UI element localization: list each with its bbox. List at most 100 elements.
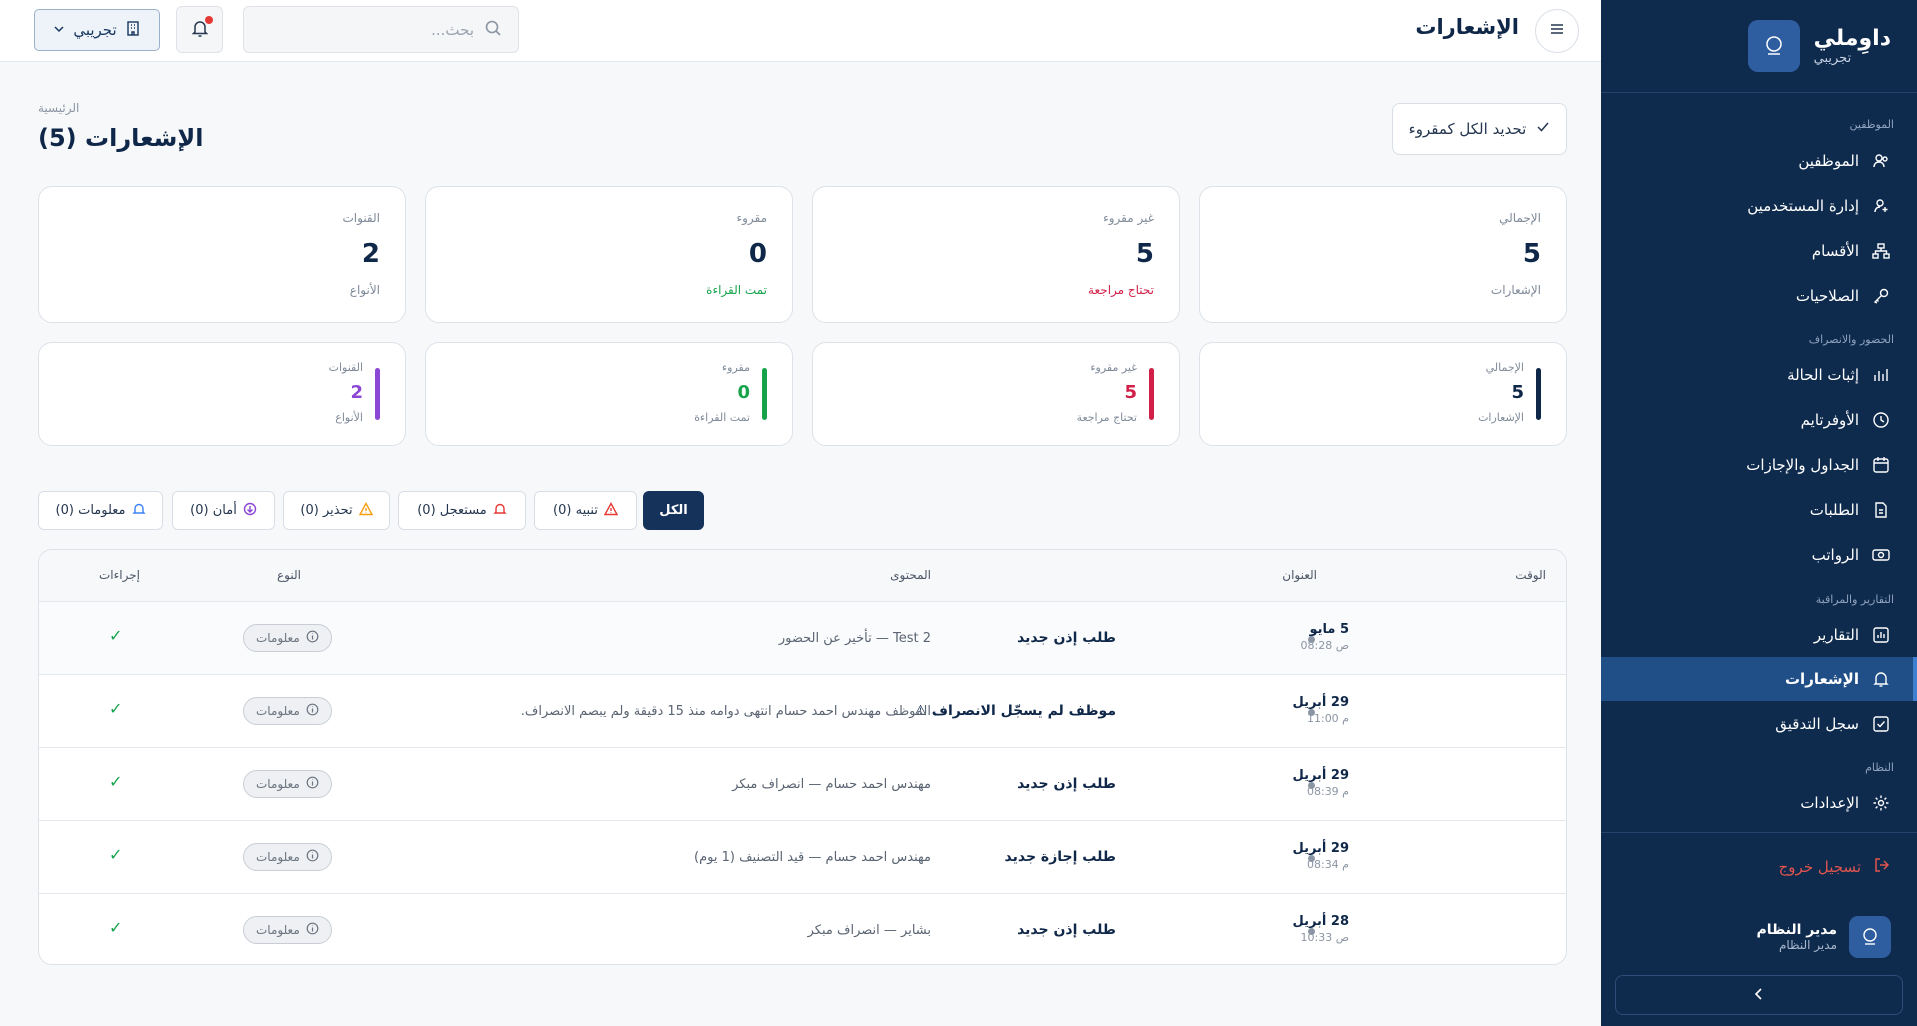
notification-title: طلب إذن جديد <box>1017 776 1116 792</box>
mark-read-check-icon[interactable]: ✓ <box>109 918 122 937</box>
filter-tab-security[interactable]: أمان (0) <box>172 491 275 530</box>
filter-label: تنبيه (0) <box>553 503 598 518</box>
mark-read-check-icon[interactable]: ✓ <box>109 772 122 791</box>
stat-label: القنوات <box>328 361 363 374</box>
stat-label: غير مقروء <box>1103 211 1154 225</box>
sidebar-item-salaries[interactable]: الرواتب <box>1601 533 1917 577</box>
key-icon <box>1871 286 1891 306</box>
sidebar-item-requests[interactable]: الطلبات <box>1601 488 1917 532</box>
bell-icon <box>1871 669 1891 689</box>
sidebar-item-label: الجداول والإجازات <box>1746 456 1859 474</box>
stat-label: الإجمالي <box>1499 211 1541 225</box>
sidebar-item-overtime[interactable]: الأوفرتايم <box>1601 398 1917 442</box>
mini-stat-read: مقروء 0 تمت القراءة <box>425 342 793 446</box>
sidebar-item-label: الإعدادات <box>1800 794 1859 812</box>
menu-button[interactable] <box>1535 9 1579 53</box>
type-label: معلومات <box>256 923 300 937</box>
type-badge: معلومات <box>243 916 332 944</box>
building-icon <box>125 20 141 40</box>
table-row[interactable]: 28 أبريل ص 10:33 طلب إذن جديد بشاير — ان… <box>39 894 1566 964</box>
chevron-left-icon <box>1752 986 1766 1005</box>
stat-label: الإجمالي <box>1485 361 1524 374</box>
collapse-sidebar-button[interactable] <box>1615 975 1903 1015</box>
bell-icon <box>131 502 146 520</box>
breadcrumb[interactable]: الرئيسية <box>38 101 838 115</box>
table-row[interactable]: 5 مايو ص 08:28 طلب إذن جديد Test 2 — تأخ… <box>39 602 1566 675</box>
sidebar-item-settings[interactable]: الإعدادات <box>1601 781 1917 825</box>
stat-label: مقروء <box>736 211 767 225</box>
notification-time: م 08:34 <box>1306 858 1349 871</box>
column-header-content: المحتوى <box>890 568 931 582</box>
page-title: الإشعارات (5) <box>38 124 204 152</box>
document-icon <box>1871 500 1891 520</box>
notifications-button[interactable] <box>176 6 223 53</box>
filter-label: أمان (0) <box>190 503 237 518</box>
sidebar-item-status-proof[interactable]: إثبات الحالة <box>1601 353 1917 397</box>
sidebar-section-employees: الموظفين <box>1849 118 1894 131</box>
users-icon <box>1871 151 1891 171</box>
sidebar-item-departments[interactable]: الأقسام <box>1601 229 1917 273</box>
mark-read-check-icon[interactable]: ✓ <box>109 845 122 864</box>
calendar-icon <box>1871 455 1891 475</box>
type-label: معلومات <box>256 631 300 645</box>
accent-bar <box>375 368 380 420</box>
notification-title: طلب إذن جديد <box>1017 630 1116 646</box>
table-row[interactable]: 29 أبريل م 08:39 طلب إذن جديد مهندس احمد… <box>39 748 1566 821</box>
stat-subtext: تمت القراءة <box>694 411 750 424</box>
mark-read-check-icon[interactable]: ✓ <box>109 626 122 645</box>
avatar <box>1849 916 1891 958</box>
mark-all-read-button[interactable]: تحديد الكل كمقروء <box>1392 103 1567 155</box>
info-icon <box>306 776 319 792</box>
user-profile[interactable]: مدير النظام مدير النظام <box>1756 916 1891 958</box>
filter-tab-all[interactable]: الكل <box>643 491 704 530</box>
stat-subtext: تحتاج مراجعة <box>1088 283 1154 297</box>
notification-title: طلب إذن جديد <box>1017 922 1116 938</box>
search-input[interactable]: بحث... <box>243 6 519 53</box>
stat-label: القنوات <box>342 211 380 225</box>
notification-content: مهندس احمد حسام — انصراف مبكر <box>732 777 931 792</box>
time-cell: 5 مايو ص 08:28 <box>1301 622 1350 652</box>
filter-label: الكل <box>659 503 688 518</box>
filter-tab-info[interactable]: معلومات (0) <box>38 491 163 530</box>
alert-icon <box>603 501 619 520</box>
sidebar-item-user-management[interactable]: إدارة المستخدمين <box>1601 184 1917 228</box>
table-row[interactable]: 29 أبريل م 08:34 طلب إجازة جديد مهندس اح… <box>39 821 1566 894</box>
notification-dot <box>205 16 213 24</box>
sidebar-item-employees[interactable]: الموظفين <box>1601 139 1917 183</box>
user-role: مدير النظام <box>1778 938 1837 952</box>
org-selector[interactable]: تجريبي <box>34 9 160 51</box>
notification-date: 5 مايو <box>1309 622 1349 637</box>
sidebar-item-audit-log[interactable]: سجل التدقيق <box>1601 702 1917 746</box>
stat-value: 0 <box>748 239 767 269</box>
logout-label: تسجيل خروج <box>1778 858 1861 876</box>
time-cell: 29 أبريل م 08:39 <box>1292 768 1349 798</box>
mark-read-check-icon[interactable]: ✓ <box>109 699 122 718</box>
time-cell: 29 أبريل م 11:00 <box>1292 695 1349 725</box>
stat-card-read: مقروء 0 تمت القراءة <box>425 186 793 323</box>
sidebar-item-notifications[interactable]: الإشعارات <box>1601 657 1917 701</box>
logout-button[interactable]: تسجيل خروج <box>1779 856 1891 878</box>
user-name: مدير النظام <box>1756 922 1837 938</box>
filter-tab-alert[interactable]: تنبيه (0) <box>534 491 637 530</box>
type-badge: معلومات <box>243 843 332 871</box>
topbar: الإشعارات بحث... تجريبي <box>0 0 1601 62</box>
sidebar-item-schedules[interactable]: الجداول والإجازات <box>1601 443 1917 487</box>
notification-content: مهندس احمد حسام — قيد التصنيف (1 يوم) <box>694 850 931 865</box>
filter-label: مستعجل (0) <box>417 503 487 518</box>
sidebar-item-reports[interactable]: التقارير <box>1601 613 1917 657</box>
check-icon <box>1536 120 1550 138</box>
brand[interactable]: داوِملي تجريبي <box>1747 20 1891 72</box>
mini-stat-unread: غير مقروء 5 تحتاج مراجعة <box>812 342 1180 446</box>
notification-time: ص 10:33 <box>1300 931 1350 944</box>
stat-subtext: الإشعارات <box>1490 283 1541 297</box>
filter-tab-warning[interactable]: تحذير (0) <box>283 491 390 530</box>
filter-tab-urgent[interactable]: مستعجل (0) <box>398 491 526 530</box>
stat-subtext: الأنواع <box>349 283 380 297</box>
type-badge: معلومات <box>243 697 332 725</box>
gear-icon <box>1871 793 1891 813</box>
stat-value: 5 <box>1135 239 1154 269</box>
stat-subtext: الإشعارات <box>1478 411 1524 424</box>
sidebar-item-permissions[interactable]: الصلاحيات <box>1601 274 1917 318</box>
table-row[interactable]: 29 أبريل م 11:00 موظف لم يسجّل الانصراف … <box>39 675 1566 748</box>
notification-date: 29 أبريل <box>1292 768 1349 783</box>
